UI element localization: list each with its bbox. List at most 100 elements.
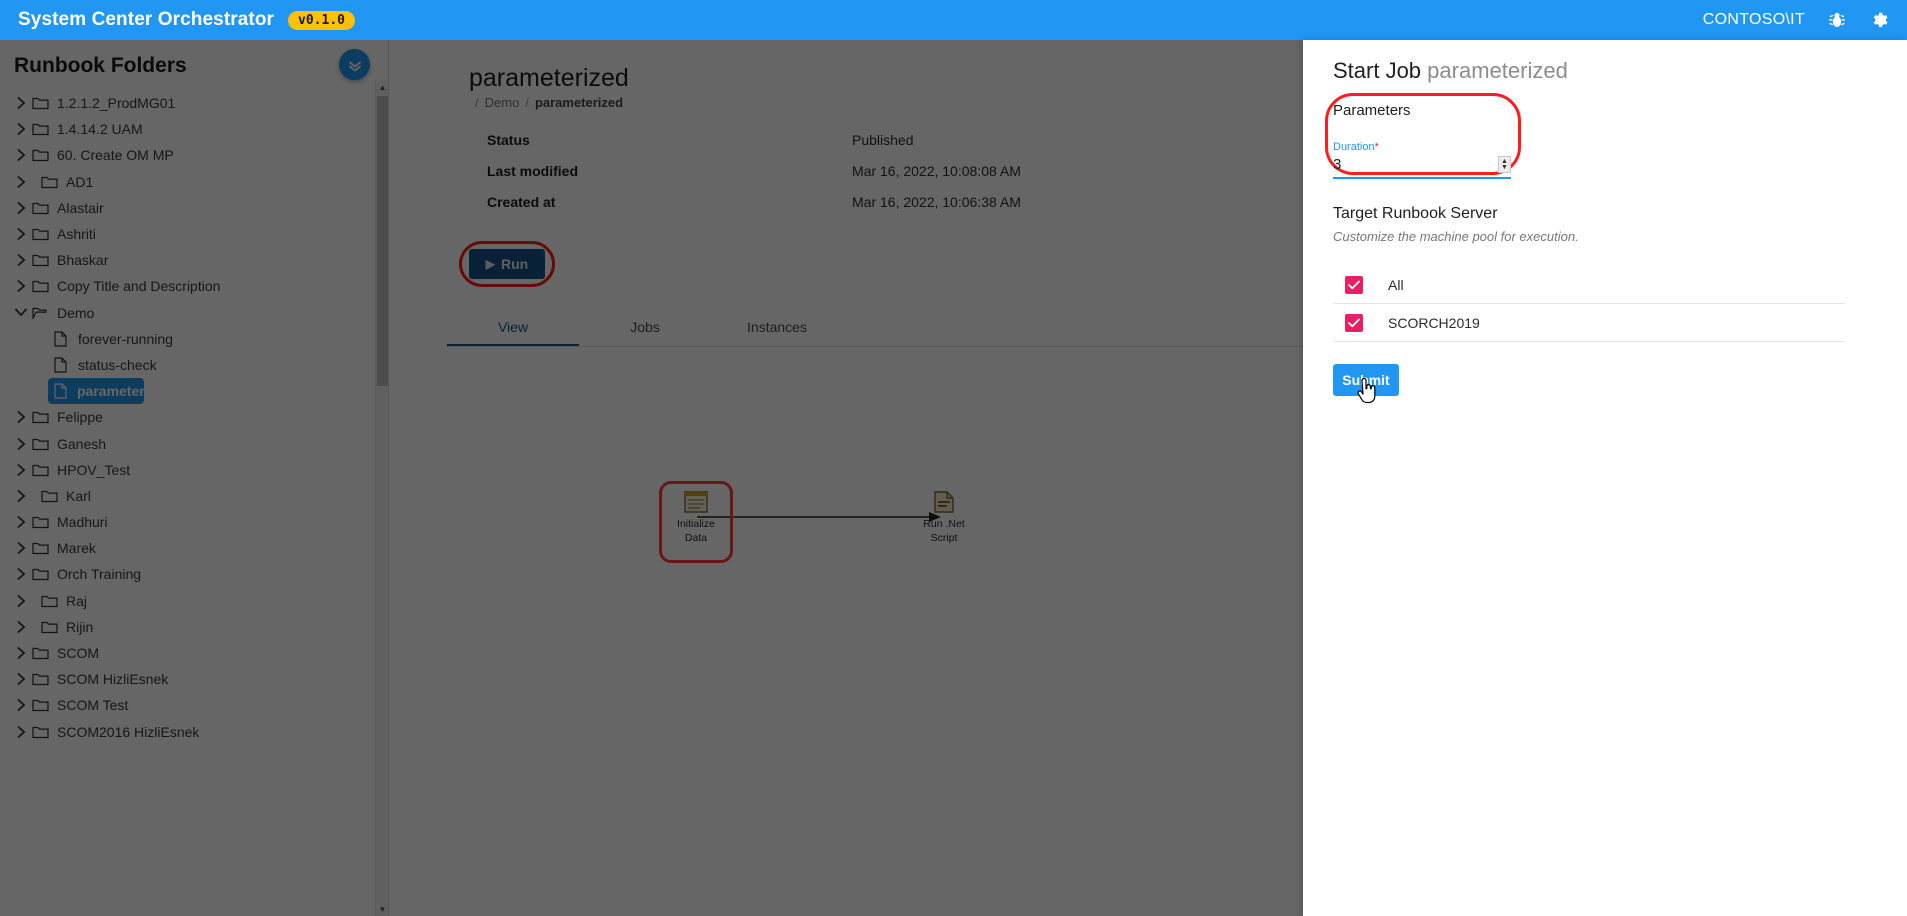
tree-item-label: Demo	[54, 305, 94, 321]
chevron-double-up-icon	[347, 57, 363, 73]
chevron-right-icon[interactable]	[10, 542, 32, 554]
submit-button[interactable]: Submit	[1333, 364, 1399, 396]
node-label-line2: Data	[665, 533, 727, 545]
tree-item-prodmg01[interactable]: 1.2.1.2_ProdMG01	[4, 90, 388, 116]
metadata-value: Published	[852, 132, 914, 155]
tree-item-demo[interactable]: Demo	[4, 300, 388, 326]
scroll-up-arrow-icon[interactable]: ▲	[376, 80, 389, 94]
tree-item-label: SCOM2016 HizliEsnek	[54, 724, 199, 740]
chevron-down-icon[interactable]	[10, 308, 32, 317]
checkbox-scorch2019[interactable]	[1345, 314, 1363, 332]
tree-item-marek[interactable]: Marek	[4, 535, 388, 561]
chevron-right-icon[interactable]	[10, 595, 32, 607]
runbook-file-icon	[54, 357, 74, 373]
tree-item-create-om-mp[interactable]: 60. Create OM MP	[4, 142, 388, 168]
folder-icon	[32, 279, 54, 293]
tree-item-label: Felippe	[54, 409, 103, 425]
checkbox-all[interactable]	[1345, 276, 1363, 294]
chevron-right-icon[interactable]	[10, 280, 32, 292]
chevron-right-icon[interactable]	[10, 149, 32, 161]
parameters-section: Parameters Duration* 3 ▲ ▼	[1333, 102, 1525, 179]
tree-item-label: 1.2.1.2_ProdMG01	[54, 95, 175, 111]
chevron-right-icon[interactable]	[10, 516, 32, 528]
collapse-sidebar-button[interactable]	[339, 49, 370, 80]
run-button-label: Run	[501, 256, 528, 272]
duration-input[interactable]: 3	[1333, 156, 1341, 173]
duration-stepper[interactable]: ▲ ▼	[1498, 156, 1511, 173]
bug-icon[interactable]	[1827, 10, 1847, 30]
chevron-right-icon[interactable]	[10, 228, 32, 240]
chevron-right-icon[interactable]	[10, 673, 32, 685]
tab-jobs[interactable]: Jobs	[579, 309, 711, 346]
diagram-node-run-net-script[interactable]: Run .Net Script	[913, 489, 975, 544]
chevron-right-icon[interactable]	[10, 123, 32, 135]
breadcrumb-folder[interactable]: Demo	[485, 95, 520, 110]
tab-view[interactable]: View	[447, 309, 579, 346]
metadata-value: Mar 16, 2022, 10:06:38 AM	[852, 194, 1021, 217]
tree-item-ad1[interactable]: AD1	[4, 169, 388, 195]
tree-item-label: 1.4.14.2 UAM	[54, 121, 143, 137]
tree-item-parameterized[interactable]: parameterized	[48, 378, 144, 404]
tree-item-rijin[interactable]: Rijin	[4, 614, 388, 640]
tree-item-copy-title-and-description[interactable]: Copy Title and Description	[4, 273, 388, 299]
server-row-scorch2019[interactable]: SCORCH2019	[1333, 304, 1845, 342]
tree-item-alastair[interactable]: Alastair	[4, 195, 388, 221]
tree-item-scom-hizliesnek[interactable]: SCOM HizliEsnek	[4, 666, 388, 692]
folder-icon	[41, 620, 63, 634]
chevron-right-icon[interactable]	[10, 621, 32, 633]
chevron-right-icon[interactable]	[10, 568, 32, 580]
duration-label-text: Duration	[1333, 141, 1375, 153]
folder-icon	[32, 567, 54, 581]
tree-item-label: SCOM HizliEsnek	[54, 671, 168, 687]
folder-icon	[32, 201, 54, 215]
tree-item-ashriti[interactable]: Ashriti	[4, 221, 388, 247]
chevron-right-icon[interactable]	[10, 411, 32, 423]
run-button[interactable]: ▶ Run	[469, 249, 545, 279]
tree-item-ganesh[interactable]: Ganesh	[4, 430, 388, 456]
tree-item-orch-training[interactable]: Orch Training	[4, 561, 388, 587]
tree-item-karl[interactable]: Karl	[4, 483, 388, 509]
chevron-right-icon[interactable]	[10, 647, 32, 659]
chevron-right-icon[interactable]	[10, 438, 32, 450]
chevron-right-icon[interactable]	[10, 254, 32, 266]
duration-input-row[interactable]: 3 ▲ ▼	[1333, 155, 1511, 174]
chevron-right-icon[interactable]	[10, 202, 32, 214]
chevron-right-icon[interactable]	[10, 97, 32, 109]
folder-icon	[32, 725, 54, 739]
tree-item-status-check[interactable]: status-check	[4, 352, 388, 378]
tree-item-madhuri[interactable]: Madhuri	[4, 509, 388, 535]
tree-item-label: Orch Training	[54, 566, 141, 582]
server-label: SCORCH2019	[1388, 315, 1480, 331]
duration-field[interactable]: Duration* 3 ▲ ▼	[1333, 141, 1511, 179]
version-badge: v0.1.0	[288, 11, 355, 30]
chevron-right-icon[interactable]	[10, 490, 32, 502]
tree-item-raj[interactable]: Raj	[4, 588, 388, 614]
server-row-all[interactable]: All	[1333, 266, 1845, 304]
chevron-right-icon[interactable]	[10, 464, 32, 476]
submit-button-wrapper: Submit	[1333, 364, 1399, 396]
folder-icon	[32, 148, 54, 162]
app-root: System Center Orchestrator v0.1.0 CONTOS…	[0, 0, 1907, 916]
tree-item-forever-running[interactable]: forever-running	[4, 326, 388, 352]
sidebar-scrollbar[interactable]: ▲ ▼	[375, 80, 388, 916]
scrollbar-thumb[interactable]	[377, 96, 388, 386]
chevron-right-icon[interactable]	[10, 726, 32, 738]
tab-instances[interactable]: Instances	[711, 309, 843, 346]
folder-icon	[32, 672, 54, 686]
tree-item-scom[interactable]: SCOM	[4, 640, 388, 666]
diagram-node-initialize-data[interactable]: Initialize Data	[665, 489, 727, 544]
chevron-right-icon[interactable]	[10, 699, 32, 711]
gear-icon[interactable]	[1869, 10, 1889, 30]
chevron-right-icon[interactable]	[10, 176, 32, 188]
tree-item-bhaskar[interactable]: Bhaskar	[4, 247, 388, 273]
tree-item-scom-test[interactable]: SCOM Test	[4, 692, 388, 718]
scroll-down-arrow-icon[interactable]: ▼	[376, 902, 389, 916]
top-bar: System Center Orchestrator v0.1.0 CONTOS…	[0, 0, 1907, 40]
tree-item-scom2016-hizliesnek[interactable]: SCOM2016 HizliEsnek	[4, 719, 388, 745]
tree-item-uam[interactable]: 1.4.14.2 UAM	[4, 116, 388, 142]
folder-icon	[32, 515, 54, 529]
tree-item-felippe[interactable]: Felippe	[4, 404, 388, 430]
stepper-down-icon[interactable]: ▼	[1501, 165, 1508, 171]
app-title: System Center Orchestrator	[18, 9, 274, 31]
tree-item-hpov-test[interactable]: HPOV_Test	[4, 457, 388, 483]
